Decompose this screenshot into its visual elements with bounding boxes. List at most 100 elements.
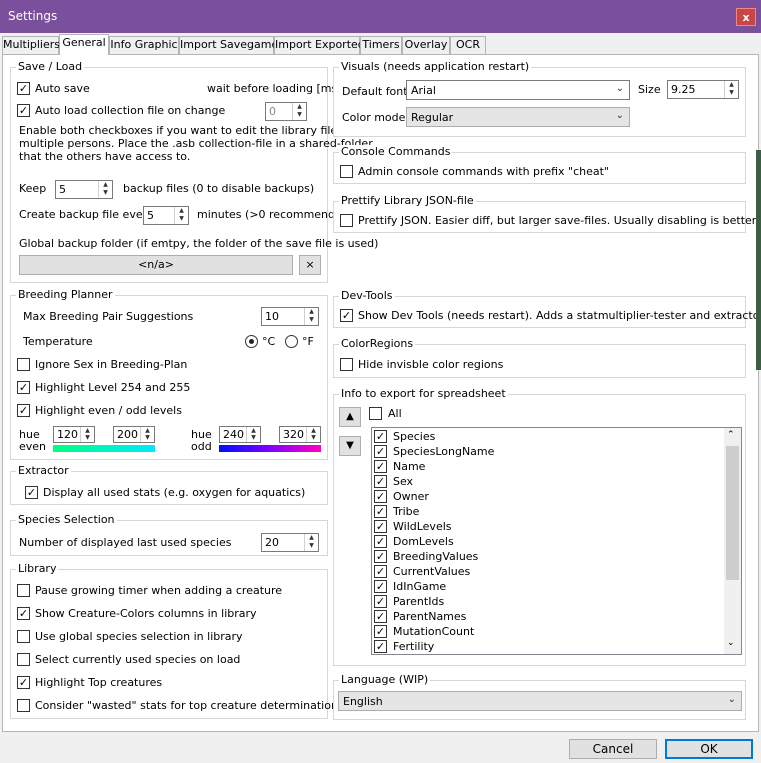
list-item[interactable]: ✓ MutationCount [374,624,724,639]
list-item-checkbox[interactable]: ✓ [374,430,387,443]
display-all-stats-checkbox[interactable]: ✓ [25,486,38,499]
select-species-on-load-checkbox[interactable] [17,653,30,666]
font-dropdown[interactable]: Arial ⌄ [406,80,630,100]
pause-timer-checkbox[interactable] [17,584,30,597]
clear-folder-button[interactable]: × [299,255,321,275]
list-item[interactable]: ✓ ParentIds [374,594,724,609]
highlight-top-checkbox[interactable]: ✓ [17,676,30,689]
list-item-checkbox[interactable]: ✓ [374,610,387,623]
prettify-json-checkbox[interactable] [340,214,353,227]
backup-files-label: backup files (0 to disable backups) [123,182,315,195]
spinner-icon[interactable]: ▲ ▼ [174,207,188,224]
list-item[interactable]: ✓ CurrentValues [374,564,724,579]
move-down-button[interactable]: ▼ [339,436,361,456]
list-item-checkbox[interactable]: ✓ [374,505,387,518]
list-scrollbar[interactable]: ⌃ ⌄ [724,428,741,654]
list-item[interactable]: ✓ SpeciesLongName [374,444,724,459]
list-item-checkbox[interactable]: ✓ [374,580,387,593]
ignore-sex-checkbox[interactable] [17,358,30,371]
color-mode-dropdown[interactable]: Regular ⌄ [406,107,630,127]
list-item[interactable]: ✓ ParentNames [374,609,724,624]
list-item[interactable]: ✓ Sex [374,474,724,489]
global-species-checkbox[interactable] [17,630,30,643]
list-item[interactable]: ✓ Species [374,429,724,444]
list-item-checkbox[interactable]: ✓ [374,565,387,578]
wait-ms-stepper[interactable]: 0 ▲ ▼ [265,102,307,121]
tab-multipliers[interactable]: Multipliers [2,36,60,54]
even-hue-from-stepper[interactable]: 120 ▲ ▼ [53,426,95,443]
list-item-checkbox[interactable]: ✓ [374,490,387,503]
list-item[interactable]: ✓ Owner [374,489,724,504]
tab-ocr[interactable]: OCR [450,36,486,54]
ok-button[interactable]: OK [665,739,753,759]
spinner-icon[interactable]: ▲ ▼ [306,427,320,442]
console-commands-group: Console Commands Admin console commands … [333,145,746,184]
export-fields-list[interactable]: ✓ Species ✓ SpeciesLongName ✓ Name ✓ Sex ✓ Ow… [371,427,742,655]
wasted-stats-checkbox[interactable] [17,699,30,712]
scroll-up-icon[interactable]: ⌃ [727,430,735,440]
odd-hue-from-stepper[interactable]: 240 ▲ ▼ [219,426,261,443]
backup-interval-stepper[interactable]: 5 ▲ ▼ [143,206,189,225]
list-item-checkbox[interactable]: ✓ [374,445,387,458]
spinner-icon[interactable]: ▲ ▼ [98,181,112,198]
list-item-checkbox[interactable]: ✓ [374,625,387,638]
spinner-icon[interactable]: ▲ ▼ [304,534,318,551]
tab-overlay[interactable]: Overlay [402,36,450,54]
minutes-label: minutes (>0 recommended) [197,208,354,221]
cancel-button[interactable]: Cancel [569,739,657,759]
highlight-even-odd-checkbox[interactable]: ✓ [17,404,30,417]
spinner-icon[interactable]: ▲ ▼ [140,427,154,442]
highlight-254-checkbox[interactable]: ✓ [17,381,30,394]
even-hue-to-stepper[interactable]: 200 ▲ ▼ [113,426,155,443]
list-item-checkbox[interactable]: ✓ [374,640,387,653]
hint-text: multiple persons. Place the .asb collect… [19,137,373,150]
scrollbar-thumb[interactable] [726,446,739,580]
list-item[interactable]: ✓ WildLevels [374,519,724,534]
celsius-radio[interactable] [245,335,258,348]
tab-import-exported[interactable]: Import Exported [274,36,365,54]
list-item-checkbox[interactable]: ✓ [374,475,387,488]
list-item-checkbox[interactable]: ✓ [374,595,387,608]
odd-hue-to-stepper[interactable]: 320 ▲ ▼ [279,426,321,443]
tab-timers[interactable]: Timers [360,36,402,54]
list-item[interactable]: ✓ Tribe [374,504,724,519]
spinner-icon[interactable]: ▲ ▼ [724,81,738,98]
tab-import-savegame[interactable]: Import Savegame [179,36,278,54]
list-item-checkbox[interactable]: ✓ [374,535,387,548]
list-item[interactable]: ✓ DomLevels [374,534,724,549]
list-item-checkbox[interactable]: ✓ [374,520,387,533]
list-item-checkbox[interactable]: ✓ [374,550,387,563]
dev-tools-checkbox[interactable]: ✓ [340,309,353,322]
move-up-button[interactable]: ▲ [339,407,361,427]
auto-load-checkbox[interactable]: ✓ [17,104,30,117]
list-item[interactable]: ✓ Fertility [374,639,724,654]
scroll-down-icon[interactable]: ⌄ [727,638,735,648]
list-item[interactable]: ✓ Name [374,459,724,474]
close-button[interactable]: x [736,8,756,26]
group-title: Library [16,562,59,575]
list-item-checkbox[interactable]: ✓ [374,460,387,473]
language-dropdown[interactable]: English ⌄ [338,691,742,711]
last-used-species-stepper[interactable]: 20 ▲ ▼ [261,533,319,552]
list-item[interactable]: ✓ BreedingValues [374,549,724,564]
max-suggestions-stepper[interactable]: 10 ▲ ▼ [261,307,319,326]
dev-tools-group: Dev-Tools ✓ Show Dev Tools (needs restar… [333,289,761,328]
group-title: Console Commands [339,145,453,158]
tab-general[interactable]: General [59,34,109,55]
hide-color-regions-checkbox[interactable] [340,358,353,371]
spinner-icon[interactable]: ▲ ▼ [292,103,306,120]
creature-colors-checkbox[interactable]: ✓ [17,607,30,620]
tab-info-graphic[interactable]: Info Graphic [109,36,179,54]
auto-save-checkbox[interactable]: ✓ [17,82,30,95]
fahrenheit-radio[interactable] [285,335,298,348]
font-size-stepper[interactable]: 9.25 ▲ ▼ [667,80,739,99]
cheat-prefix-checkbox[interactable] [340,165,353,178]
keep-backups-stepper[interactable]: 5 ▲ ▼ [55,180,113,199]
list-item[interactable]: ✓ IdInGame [374,579,724,594]
backup-folder-button[interactable]: <n/a> [19,255,293,275]
select-all-checkbox[interactable] [369,407,382,420]
max-suggestions-label: Max Breeding Pair Suggestions [23,310,194,323]
spinner-icon[interactable]: ▲ ▼ [246,427,260,442]
spinner-icon[interactable]: ▲ ▼ [304,308,318,325]
spinner-icon[interactable]: ▲ ▼ [80,427,94,442]
